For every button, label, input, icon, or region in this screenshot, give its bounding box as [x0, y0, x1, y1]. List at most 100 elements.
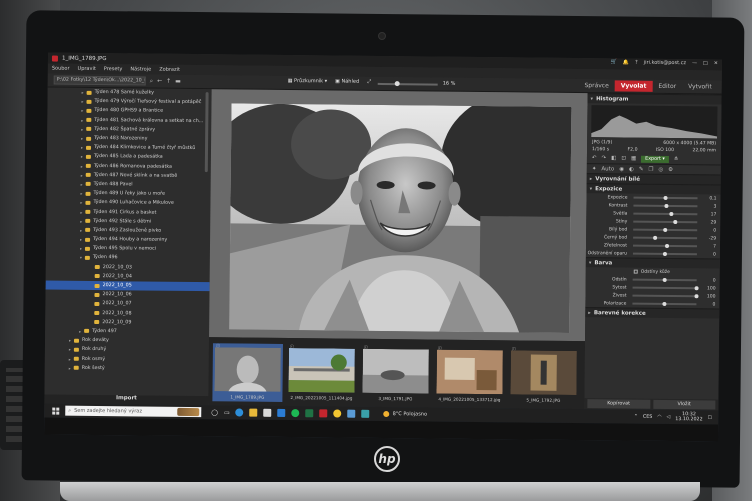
mode-tab[interactable]: Vytvořit — [682, 81, 718, 92]
undo-icon[interactable]: ↶ — [592, 155, 597, 161]
filmstrip-thumbnail[interactable]: ⓘ 2_IMG_20221005_111404.jpg — [286, 344, 357, 403]
slider-knob[interactable] — [662, 301, 667, 306]
slider-track[interactable] — [632, 251, 697, 256]
filmstrip-thumbnail[interactable]: ⓘ 3_IMG_1791.JPG — [360, 345, 431, 404]
spotify-icon[interactable] — [291, 409, 300, 418]
fullscreen-icon[interactable]: ⤢ — [367, 79, 371, 85]
slider-value[interactable]: 100 — [700, 286, 720, 291]
slider-knob[interactable] — [694, 286, 699, 291]
crop-icon[interactable]: ⊡ — [621, 155, 626, 161]
magic-wand-icon[interactable]: ✦ — [592, 166, 597, 172]
slider-knob[interactable] — [663, 195, 668, 200]
slider-value[interactable]: 0 — [699, 302, 719, 307]
volume-icon[interactable]: ◁ — [666, 414, 670, 419]
filmstrip-thumbnail[interactable]: ⓘ 4_IMG_20221005_133712.jpg — [434, 346, 505, 405]
slider-value[interactable]: 0 — [700, 252, 720, 257]
menu-item[interactable]: Soubor — [52, 66, 70, 72]
auto-button[interactable]: Auto — [601, 166, 614, 172]
slider-value[interactable]: 29 — [700, 220, 720, 225]
menu-item[interactable]: Nástroje — [130, 66, 151, 72]
slider-knob[interactable] — [664, 243, 669, 248]
close-icon[interactable]: ✕ — [714, 60, 718, 66]
up-icon[interactable]: ↑ — [166, 78, 171, 85]
zoner-icon[interactable] — [319, 409, 328, 418]
slider-value[interactable]: -29 — [700, 236, 720, 241]
checkbox-icon[interactable] — [633, 269, 638, 274]
slider-value[interactable]: 0 — [700, 228, 720, 233]
store-icon[interactable] — [263, 408, 272, 417]
copy-button[interactable]: Kopírovat — [587, 399, 650, 409]
adjust-icon[interactable]: ◐ — [629, 166, 634, 172]
mail-icon[interactable] — [277, 408, 286, 417]
share-icon[interactable]: ⋔ — [674, 156, 679, 162]
taskbar-search-input[interactable]: ⌕ Sem zadejte hledaný výraz — [65, 405, 202, 418]
bell-icon[interactable]: 🔔 — [623, 60, 629, 66]
mode-tab[interactable]: Správce — [578, 80, 614, 91]
slider-value[interactable]: 7 — [700, 244, 720, 249]
lens-icon[interactable]: ◎ — [658, 166, 663, 172]
view-mode-select[interactable]: ▦ Průzkumník ▾ — [288, 78, 328, 84]
slider-track[interactable] — [633, 235, 698, 240]
minimize-icon[interactable]: — — [692, 60, 697, 66]
slider-knob[interactable] — [653, 235, 658, 240]
layers-icon[interactable]: ❐ — [648, 166, 653, 172]
filmstrip-thumbnail[interactable]: ⓘ 5_IMG_1792.JPG — [508, 346, 579, 405]
slider-track[interactable] — [633, 243, 698, 248]
user-email[interactable]: jiri.kotis@post.cz — [644, 60, 686, 66]
slider-knob[interactable] — [669, 211, 674, 216]
slider-value[interactable]: 0,1 — [701, 196, 721, 201]
lang-indicator[interactable]: CES — [643, 414, 652, 419]
zoom-slider-knob[interactable] — [394, 81, 400, 87]
slider-knob[interactable] — [672, 219, 677, 224]
main-photo[interactable] — [229, 103, 572, 333]
notification-icon[interactable]: ▢ — [708, 415, 713, 420]
clock[interactable]: 10:32 13.10.2022 — [675, 412, 703, 423]
slider-track[interactable] — [632, 286, 699, 291]
edge-icon[interactable] — [235, 408, 244, 417]
excel-icon[interactable] — [305, 409, 314, 418]
slider-track[interactable] — [632, 277, 697, 282]
slider-track[interactable] — [633, 219, 698, 224]
slider-value[interactable]: 100 — [699, 294, 719, 299]
chrome-icon[interactable] — [333, 409, 342, 418]
back-icon[interactable]: ← — [157, 78, 162, 85]
slider-knob[interactable] — [694, 294, 699, 299]
slider-knob[interactable] — [664, 203, 669, 208]
slider-value[interactable]: 3 — [700, 204, 720, 209]
cart-icon[interactable]: 🛒 — [611, 59, 617, 65]
wifi-icon[interactable]: ◠ — [657, 414, 661, 419]
slider-track[interactable] — [632, 294, 699, 299]
menu-item[interactable]: Presety — [104, 66, 123, 72]
maximize-icon[interactable]: □ — [703, 60, 708, 66]
redo-icon[interactable]: ↷ — [602, 155, 607, 161]
app-icon[interactable] — [347, 409, 356, 418]
vpn-icon[interactable] — [361, 409, 370, 418]
histogram-header[interactable]: ▾ Histogram — [587, 93, 722, 105]
file-explorer-icon[interactable] — [249, 408, 258, 417]
settings-icon[interactable]: ⚙ — [668, 166, 673, 172]
slider-knob[interactable] — [662, 277, 667, 282]
slider-knob[interactable] — [662, 251, 667, 256]
mode-tab[interactable]: Vyvolat — [614, 80, 653, 92]
widgets-icon[interactable]: ▭ — [224, 409, 230, 416]
slider-track[interactable] — [632, 301, 697, 306]
search-icon[interactable]: ⌕ — [150, 77, 153, 85]
compare-icon[interactable]: ◧ — [611, 155, 616, 161]
paste-button[interactable]: Vložit — [652, 399, 716, 410]
slider-value[interactable]: 17 — [700, 212, 720, 217]
windows-start-icon[interactable] — [52, 407, 60, 415]
menu-item[interactable]: Upravit — [78, 66, 96, 72]
path-input[interactable]: P:\02 Fotky\12 Týden\Ok...\2022_10_05 — [53, 75, 146, 86]
help-icon[interactable]: ? — [635, 60, 638, 66]
slider-track[interactable] — [633, 203, 698, 208]
grid-icon[interactable]: ▦ — [631, 156, 636, 162]
slider-value[interactable]: 0 — [700, 278, 720, 283]
tree-item[interactable]: ▸ Rok šestý — [45, 363, 209, 374]
folder-icon[interactable]: ▬ — [175, 78, 181, 85]
task-view-icon[interactable]: ◯ — [211, 409, 218, 416]
preview-button[interactable]: ▣ Náhled — [335, 78, 359, 84]
image-viewer[interactable] — [209, 89, 588, 342]
menu-item[interactable]: Zobrazit — [159, 67, 180, 73]
filmstrip-thumbnail[interactable]: ⓘ 1_IMG_1789.JPG — [212, 343, 283, 402]
slider-track[interactable] — [633, 195, 698, 200]
